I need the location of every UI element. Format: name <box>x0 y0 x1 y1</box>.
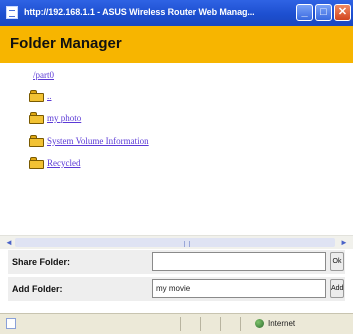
folder-form: Share Folder: Ok Add Folder: Add <box>0 249 353 303</box>
status-divider <box>200 317 201 331</box>
horizontal-scrollbar[interactable]: ◄ ► <box>0 235 353 249</box>
folder-icon <box>29 112 44 124</box>
scroll-right-arrow-icon[interactable]: ► <box>338 237 350 248</box>
folder-list-area: /part0 .. my photo System Volume Informa… <box>0 63 353 235</box>
scrollbar-thumb[interactable] <box>15 238 335 247</box>
folder-link[interactable]: .. <box>47 91 52 101</box>
minimize-button[interactable]: _ <box>296 4 313 21</box>
minimize-icon: _ <box>301 6 308 18</box>
status-divider <box>220 317 221 331</box>
maximize-button[interactable]: □ <box>315 4 332 21</box>
page-title: Folder Manager <box>10 35 122 52</box>
share-folder-row: Share Folder: Ok <box>8 250 345 274</box>
current-path-link[interactable]: /part0 <box>33 70 54 80</box>
add-button[interactable]: Add <box>330 279 344 298</box>
folder-icon <box>29 135 44 147</box>
status-divider <box>180 317 181 331</box>
folder-link[interactable]: Recycled <box>47 158 80 168</box>
folder-link[interactable]: my photo <box>47 113 81 123</box>
security-zone-label: Internet <box>268 319 296 328</box>
scrollbar-grip <box>184 241 190 247</box>
close-icon: ✕ <box>337 6 348 18</box>
folder-link[interactable]: System Volume Information <box>47 136 149 146</box>
header-band: Folder Manager <box>0 26 353 63</box>
ie-page-icon <box>6 6 18 19</box>
window-title: http://192.168.1.1 - ASUS Wireless Route… <box>24 7 255 17</box>
folder-icon <box>29 157 44 169</box>
status-bar: Internet <box>0 313 353 334</box>
status-divider <box>240 317 241 331</box>
ok-button[interactable]: Ok <box>330 252 344 271</box>
scroll-left-arrow-icon[interactable]: ◄ <box>3 237 15 248</box>
maximize-icon: □ <box>320 6 327 18</box>
share-folder-label: Share Folder: <box>12 257 71 267</box>
add-folder-label: Add Folder: <box>12 284 63 294</box>
share-folder-input[interactable] <box>152 252 326 271</box>
window-titlebar: http://192.168.1.1 - ASUS Wireless Route… <box>0 0 353 26</box>
add-folder-row: Add Folder: Add <box>8 277 345 301</box>
close-button[interactable]: ✕ <box>334 4 351 21</box>
page-status-icon <box>6 318 16 329</box>
add-folder-input[interactable] <box>152 279 326 298</box>
globe-icon <box>255 319 264 328</box>
folder-icon <box>29 90 44 102</box>
